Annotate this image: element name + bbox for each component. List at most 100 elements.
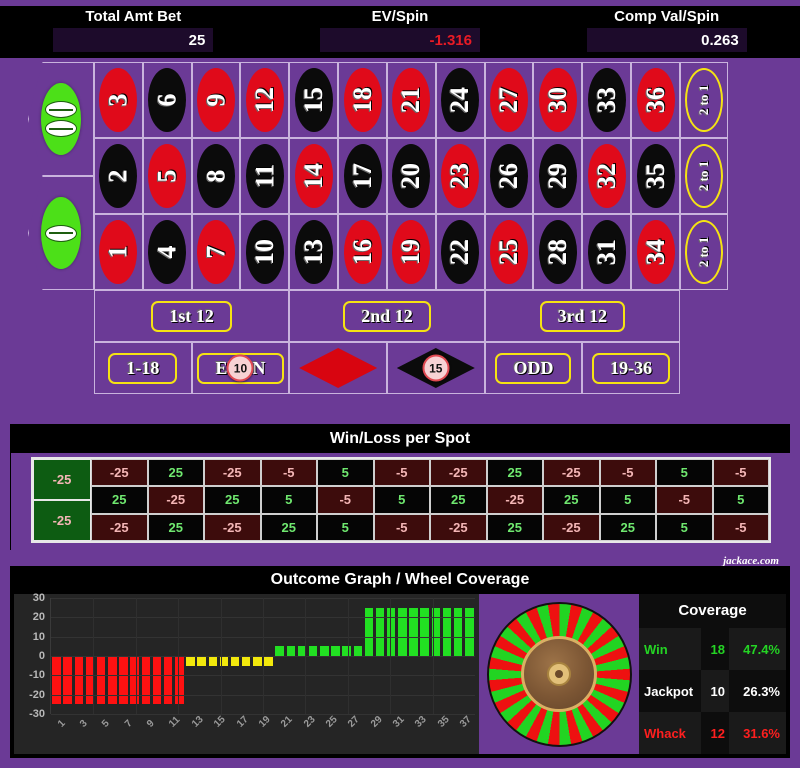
outside-bet-even[interactable]: EVEN10 xyxy=(191,342,290,394)
bet-cell-11[interactable]: 11 xyxy=(240,138,290,214)
win-loss-cell: 25 xyxy=(430,486,487,514)
dozen-bet-2[interactable]: 2nd 12 xyxy=(289,290,485,342)
bet-cell-23[interactable]: 23 xyxy=(435,138,485,214)
zero-column xyxy=(28,62,94,290)
bar xyxy=(63,656,72,705)
bet-cell-26[interactable]: 26 xyxy=(484,138,534,214)
x-tick-label: 21 xyxy=(279,714,295,730)
win-loss-cell: -25 xyxy=(147,486,204,514)
bet-cell-17[interactable]: 17 xyxy=(338,138,387,214)
stat-value-box: 0.263 xyxy=(586,28,747,52)
win-loss-cell: 5 xyxy=(260,486,317,514)
bet-cell-29[interactable]: 29 xyxy=(533,138,583,214)
bet-cell-28[interactable]: 28 xyxy=(533,214,583,290)
bet-cell-5[interactable]: 5 xyxy=(142,138,192,214)
stat-total-amt-bet: Total Amt Bet 25 xyxy=(0,6,267,58)
bet-cell-15[interactable]: 15 xyxy=(289,62,339,138)
coverage-label: Win xyxy=(639,628,701,670)
number-label: 35 xyxy=(640,163,670,189)
number-oval: 29 xyxy=(538,144,577,208)
number-oval: 7 xyxy=(197,220,236,284)
wheel-container xyxy=(479,594,639,754)
zero-oval-00 xyxy=(41,83,81,155)
bar xyxy=(342,646,351,656)
column-bet-label: 2 to 1 xyxy=(696,236,711,268)
bet-cell-7[interactable]: 7 xyxy=(191,214,241,290)
bet-cell-32[interactable]: 32 xyxy=(582,138,632,214)
win-loss-cell: 25 xyxy=(543,486,600,514)
win-loss-cell: 5 xyxy=(656,459,713,487)
bet-cell-6[interactable]: 6 xyxy=(142,62,192,138)
bet-cell-33[interactable]: 33 xyxy=(582,62,632,138)
win-loss-cell: -25 xyxy=(430,513,487,541)
outside-bet-odd[interactable]: ODD xyxy=(484,342,583,394)
bet-cell-8[interactable]: 8 xyxy=(191,138,241,214)
x-tick-label: 35 xyxy=(435,714,452,730)
bet-cell-22[interactable]: 22 xyxy=(435,214,485,290)
x-tick-label: 19 xyxy=(256,714,273,730)
dozen-bet-label: 1st 12 xyxy=(151,300,232,332)
dozen-bet-1[interactable]: 1st 12 xyxy=(94,290,290,342)
bet-chip[interactable]: 15 xyxy=(422,354,450,382)
outside-bet-19-36[interactable]: 19-36 xyxy=(582,342,680,394)
stat-ev-per-spin: EV/Spin -1.316 xyxy=(267,6,534,58)
bet-cell-14[interactable]: 14 xyxy=(289,138,339,214)
win-loss-cell: 25 xyxy=(91,486,148,514)
bet-cell-13[interactable]: 13 xyxy=(289,214,339,290)
stat-comp-val-per-spin: Comp Val/Spin 0.263 xyxy=(533,6,800,58)
bet-cell-1[interactable]: 1 xyxy=(94,214,143,290)
outside-bet-label: 19-36 xyxy=(592,352,671,384)
win-loss-cell: -5 xyxy=(317,486,374,514)
column-bet-oval: 2 to 1 xyxy=(685,220,723,284)
outside-bet-diamond-red[interactable] xyxy=(289,342,387,394)
number-grid: 3 6 9 12 15 18 21 24 27 30 33 36 2 5 8 11 14 17 20 23 26 29 32… xyxy=(94,62,680,290)
x-tick-label: 25 xyxy=(324,714,340,730)
column-bet-2[interactable]: 2 to 1 xyxy=(680,138,728,214)
bet-cell-00[interactable] xyxy=(28,62,94,176)
bet-cell-16[interactable]: 16 xyxy=(338,214,387,290)
outside-bet-diamond-black[interactable]: 15 xyxy=(386,342,485,394)
bar xyxy=(375,607,385,656)
bet-cell-10[interactable]: 10 xyxy=(240,214,290,290)
number-label: 31 xyxy=(591,239,621,265)
grid-line-vertical xyxy=(93,598,95,714)
bet-cell-36[interactable]: 36 xyxy=(631,62,680,138)
number-label: 15 xyxy=(298,87,328,113)
bet-cell-20[interactable]: 20 xyxy=(386,138,436,214)
column-bet-3[interactable]: 2 to 1 xyxy=(680,214,728,290)
bet-cell-9[interactable]: 9 xyxy=(191,62,241,138)
bet-cell-35[interactable]: 35 xyxy=(631,138,680,214)
dozen-bet-3[interactable]: 3rd 12 xyxy=(484,290,680,342)
wheel-hub xyxy=(521,636,597,712)
outside-bet-1-18[interactable]: 1-18 xyxy=(94,342,192,394)
number-oval: 3 xyxy=(99,68,138,132)
bet-cell-25[interactable]: 25 xyxy=(484,214,534,290)
bet-cell-21[interactable]: 21 xyxy=(386,62,436,138)
bet-cell-31[interactable]: 31 xyxy=(582,214,632,290)
column-bet-1[interactable]: 2 to 1 xyxy=(680,62,728,138)
bet-cell-2[interactable]: 2 xyxy=(94,138,143,214)
number-oval: 2 xyxy=(99,144,138,208)
bar xyxy=(130,656,139,705)
number-oval: 6 xyxy=(148,68,187,132)
number-label: 16 xyxy=(347,239,377,265)
bar xyxy=(253,656,262,666)
win-loss-panel: Win/Loss per Spot -25 -25 -25 25 -25 -5 5 -5-… xyxy=(10,424,791,567)
bet-chip[interactable]: 10 xyxy=(226,354,254,382)
bet-cell-24[interactable]: 24 xyxy=(435,62,485,138)
bet-cell-12[interactable]: 12 xyxy=(240,62,290,138)
bet-cell-27[interactable]: 27 xyxy=(484,62,534,138)
number-label: 36 xyxy=(640,87,670,113)
bet-cell-18[interactable]: 18 xyxy=(338,62,387,138)
number-label: 9 xyxy=(201,93,231,107)
bet-cell-30[interactable]: 30 xyxy=(533,62,583,138)
bet-cell-34[interactable]: 34 xyxy=(631,214,680,290)
number-oval: 13 xyxy=(294,220,333,284)
zero-oval-0 xyxy=(41,197,81,269)
bet-cell-4[interactable]: 4 xyxy=(142,214,192,290)
bet-cell-19[interactable]: 19 xyxy=(386,214,436,290)
coverage-label: Jackpot xyxy=(639,670,701,712)
bet-cell-0[interactable] xyxy=(28,176,94,290)
bet-cell-3[interactable]: 3 xyxy=(94,62,143,138)
win-loss-cell-0: -25 xyxy=(33,500,91,541)
